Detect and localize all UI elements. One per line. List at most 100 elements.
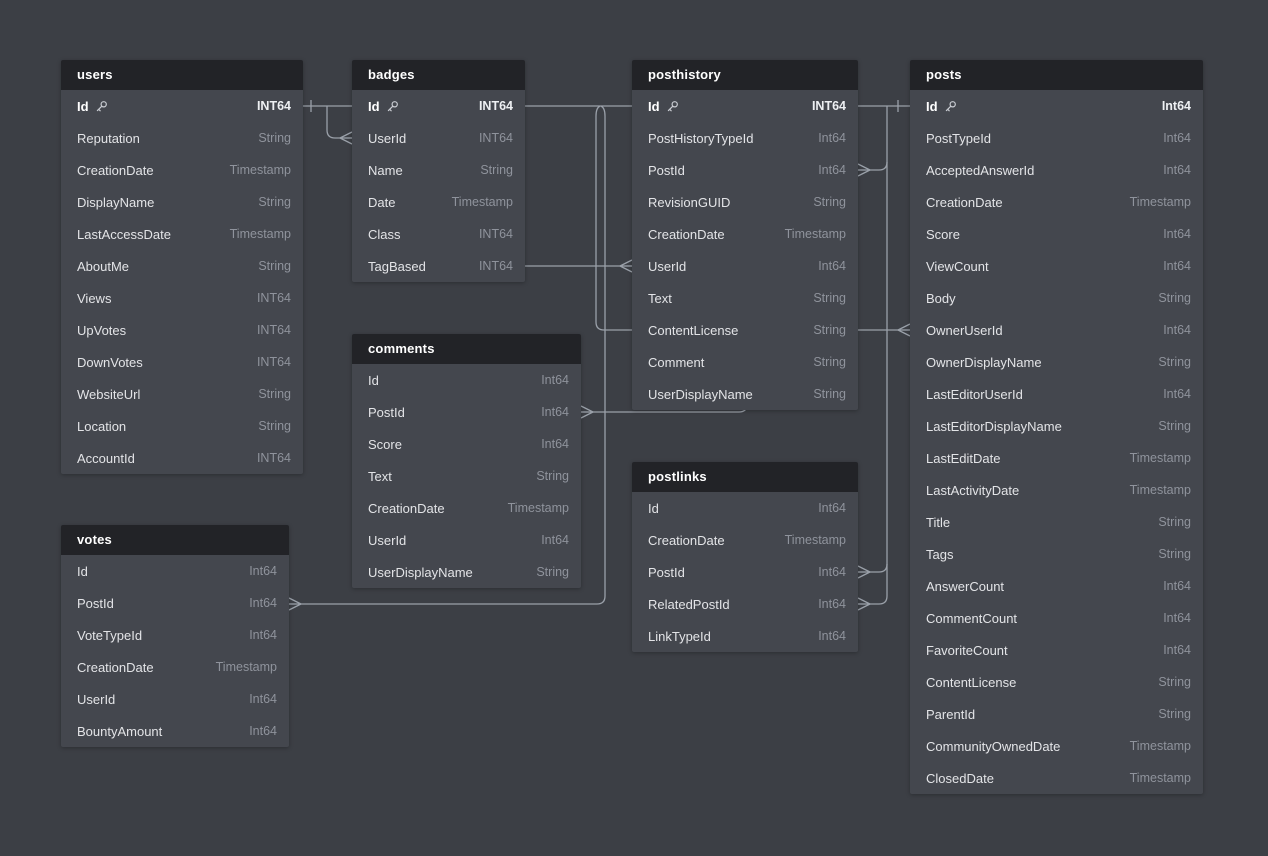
field-row-comments-UserId[interactable]: UserIdInt64 xyxy=(352,524,581,556)
field-row-users-Reputation[interactable]: ReputationString xyxy=(61,122,303,154)
field-row-posthistory-UserId[interactable]: UserIdInt64 xyxy=(632,250,858,282)
field-row-users-UpVotes[interactable]: UpVotesINT64 xyxy=(61,314,303,346)
field-row-posts-CommunityOwnedDate[interactable]: CommunityOwnedDateTimestamp xyxy=(910,730,1203,762)
field-row-postlinks-LinkTypeId[interactable]: LinkTypeIdInt64 xyxy=(632,620,858,652)
field-row-posts-LastEditDate[interactable]: LastEditDateTimestamp xyxy=(910,442,1203,474)
field-row-votes-VoteTypeId[interactable]: VoteTypeIdInt64 xyxy=(61,619,289,651)
field-row-postlinks-RelatedPostId[interactable]: RelatedPostIdInt64 xyxy=(632,588,858,620)
field-row-postlinks-Id[interactable]: IdInt64 xyxy=(632,492,858,524)
field-row-badges-UserId[interactable]: UserIdINT64 xyxy=(352,122,525,154)
field-row-posts-OwnerUserId[interactable]: OwnerUserIdInt64 xyxy=(910,314,1203,346)
field-row-posthistory-RevisionGUID[interactable]: RevisionGUIDString xyxy=(632,186,858,218)
table-header-users[interactable]: users xyxy=(61,60,303,90)
field-row-posts-OwnerDisplayName[interactable]: OwnerDisplayNameString xyxy=(910,346,1203,378)
field-row-posts-ParentId[interactable]: ParentIdString xyxy=(910,698,1203,730)
field-type: INT64 xyxy=(257,355,291,369)
relationship-line-branch-to-badges-userid[interactable] xyxy=(327,106,340,138)
many-cardinality-marker xyxy=(289,598,301,604)
field-row-users-WebsiteUrl[interactable]: WebsiteUrlString xyxy=(61,378,303,410)
field-row-posthistory-PostId[interactable]: PostIdInt64 xyxy=(632,154,858,186)
field-row-votes-Id[interactable]: IdInt64 xyxy=(61,555,289,587)
table-comments[interactable]: commentsIdInt64PostIdInt64ScoreInt64Text… xyxy=(352,334,581,588)
field-row-posts-LastActivityDate[interactable]: LastActivityDateTimestamp xyxy=(910,474,1203,506)
field-row-users-CreationDate[interactable]: CreationDateTimestamp xyxy=(61,154,303,186)
field-row-votes-UserId[interactable]: UserIdInt64 xyxy=(61,683,289,715)
field-row-votes-CreationDate[interactable]: CreationDateTimestamp xyxy=(61,651,289,683)
relationship-line-posthistory-postid-join[interactable] xyxy=(870,162,887,170)
field-row-badges-Name[interactable]: NameString xyxy=(352,154,525,186)
field-row-postlinks-PostId[interactable]: PostIdInt64 xyxy=(632,556,858,588)
field-row-comments-Score[interactable]: ScoreInt64 xyxy=(352,428,581,460)
field-row-posts-ContentLicense[interactable]: ContentLicenseString xyxy=(910,666,1203,698)
schema-diagram-canvas[interactable]: usersIdINT64ReputationStringCreationDate… xyxy=(0,0,1268,856)
relationship-line-postlinks-postid-join[interactable] xyxy=(870,564,887,572)
field-row-posthistory-PostHistoryTypeId[interactable]: PostHistoryTypeIdInt64 xyxy=(632,122,858,154)
table-posthistory[interactable]: posthistoryIdINT64PostHistoryTypeIdInt64… xyxy=(632,60,858,410)
field-row-badges-Id[interactable]: IdINT64 xyxy=(352,90,525,122)
field-row-comments-UserDisplayName[interactable]: UserDisplayNameString xyxy=(352,556,581,588)
field-row-posts-LastEditorDisplayName[interactable]: LastEditorDisplayNameString xyxy=(910,410,1203,442)
relationship-line-postlinks-relatedpostid-join[interactable] xyxy=(870,596,887,604)
field-row-postlinks-CreationDate[interactable]: CreationDateTimestamp xyxy=(632,524,858,556)
field-row-comments-Text[interactable]: TextString xyxy=(352,460,581,492)
field-row-posthistory-UserDisplayName[interactable]: UserDisplayNameString xyxy=(632,378,858,410)
field-row-posts-Id[interactable]: IdInt64 xyxy=(910,90,1203,122)
field-row-posts-Body[interactable]: BodyString xyxy=(910,282,1203,314)
table-header-postlinks[interactable]: postlinks xyxy=(632,462,858,492)
table-header-posts[interactable]: posts xyxy=(910,60,1203,90)
field-type: String xyxy=(258,259,291,273)
field-row-posts-FavoriteCount[interactable]: FavoriteCountInt64 xyxy=(910,634,1203,666)
table-header-votes[interactable]: votes xyxy=(61,525,289,555)
field-row-posts-LastEditorUserId[interactable]: LastEditorUserIdInt64 xyxy=(910,378,1203,410)
field-row-badges-Class[interactable]: ClassINT64 xyxy=(352,218,525,250)
field-row-posthistory-Text[interactable]: TextString xyxy=(632,282,858,314)
field-row-posts-Score[interactable]: ScoreInt64 xyxy=(910,218,1203,250)
field-name: CreationDate xyxy=(368,501,445,516)
table-users[interactable]: usersIdINT64ReputationStringCreationDate… xyxy=(61,60,303,474)
field-row-posts-Title[interactable]: TitleString xyxy=(910,506,1203,538)
field-type: Int64 xyxy=(541,533,569,547)
field-row-comments-Id[interactable]: IdInt64 xyxy=(352,364,581,396)
field-row-users-Views[interactable]: ViewsINT64 xyxy=(61,282,303,314)
field-type: INT64 xyxy=(257,291,291,305)
field-row-comments-CreationDate[interactable]: CreationDateTimestamp xyxy=(352,492,581,524)
field-row-badges-TagBased[interactable]: TagBasedINT64 xyxy=(352,250,525,282)
field-row-badges-Date[interactable]: DateTimestamp xyxy=(352,186,525,218)
field-row-posthistory-ContentLicense[interactable]: ContentLicenseString xyxy=(632,314,858,346)
field-row-posts-ClosedDate[interactable]: ClosedDateTimestamp xyxy=(910,762,1203,794)
field-name: PostId xyxy=(648,565,685,580)
table-badges[interactable]: badgesIdINT64UserIdINT64NameStringDateTi… xyxy=(352,60,525,282)
field-name: AcceptedAnswerId xyxy=(926,163,1034,178)
field-row-posts-CommentCount[interactable]: CommentCountInt64 xyxy=(910,602,1203,634)
field-row-users-DownVotes[interactable]: DownVotesINT64 xyxy=(61,346,303,378)
field-row-users-AboutMe[interactable]: AboutMeString xyxy=(61,250,303,282)
field-row-users-DisplayName[interactable]: DisplayNameString xyxy=(61,186,303,218)
field-row-posthistory-Id[interactable]: IdINT64 xyxy=(632,90,858,122)
field-row-posts-Tags[interactable]: TagsString xyxy=(910,538,1203,570)
field-row-comments-PostId[interactable]: PostIdInt64 xyxy=(352,396,581,428)
table-header-badges[interactable]: badges xyxy=(352,60,525,90)
field-name: RevisionGUID xyxy=(648,195,730,210)
table-header-comments[interactable]: comments xyxy=(352,334,581,364)
field-row-users-LastAccessDate[interactable]: LastAccessDateTimestamp xyxy=(61,218,303,250)
field-type: Int64 xyxy=(249,596,277,610)
field-row-votes-PostId[interactable]: PostIdInt64 xyxy=(61,587,289,619)
field-row-users-Location[interactable]: LocationString xyxy=(61,410,303,442)
field-row-votes-BountyAmount[interactable]: BountyAmountInt64 xyxy=(61,715,289,747)
field-row-users-AccountId[interactable]: AccountIdINT64 xyxy=(61,442,303,474)
field-row-posts-PostTypeId[interactable]: PostTypeIdInt64 xyxy=(910,122,1203,154)
field-row-posts-ViewCount[interactable]: ViewCountInt64 xyxy=(910,250,1203,282)
table-votes[interactable]: votesIdInt64PostIdInt64VoteTypeIdInt64Cr… xyxy=(61,525,289,747)
field-name: CreationDate xyxy=(926,195,1003,210)
field-row-posts-AcceptedAnswerId[interactable]: AcceptedAnswerIdInt64 xyxy=(910,154,1203,186)
table-postlinks[interactable]: postlinksIdInt64CreationDateTimestampPos… xyxy=(632,462,858,652)
field-type: Timestamp xyxy=(1130,483,1191,497)
many-cardinality-marker xyxy=(289,604,301,610)
table-header-posthistory[interactable]: posthistory xyxy=(632,60,858,90)
field-row-users-Id[interactable]: IdINT64 xyxy=(61,90,303,122)
field-row-posts-AnswerCount[interactable]: AnswerCountInt64 xyxy=(910,570,1203,602)
table-posts[interactable]: postsIdInt64PostTypeIdInt64AcceptedAnswe… xyxy=(910,60,1203,794)
field-row-posts-CreationDate[interactable]: CreationDateTimestamp xyxy=(910,186,1203,218)
field-row-posthistory-CreationDate[interactable]: CreationDateTimestamp xyxy=(632,218,858,250)
field-row-posthistory-Comment[interactable]: CommentString xyxy=(632,346,858,378)
